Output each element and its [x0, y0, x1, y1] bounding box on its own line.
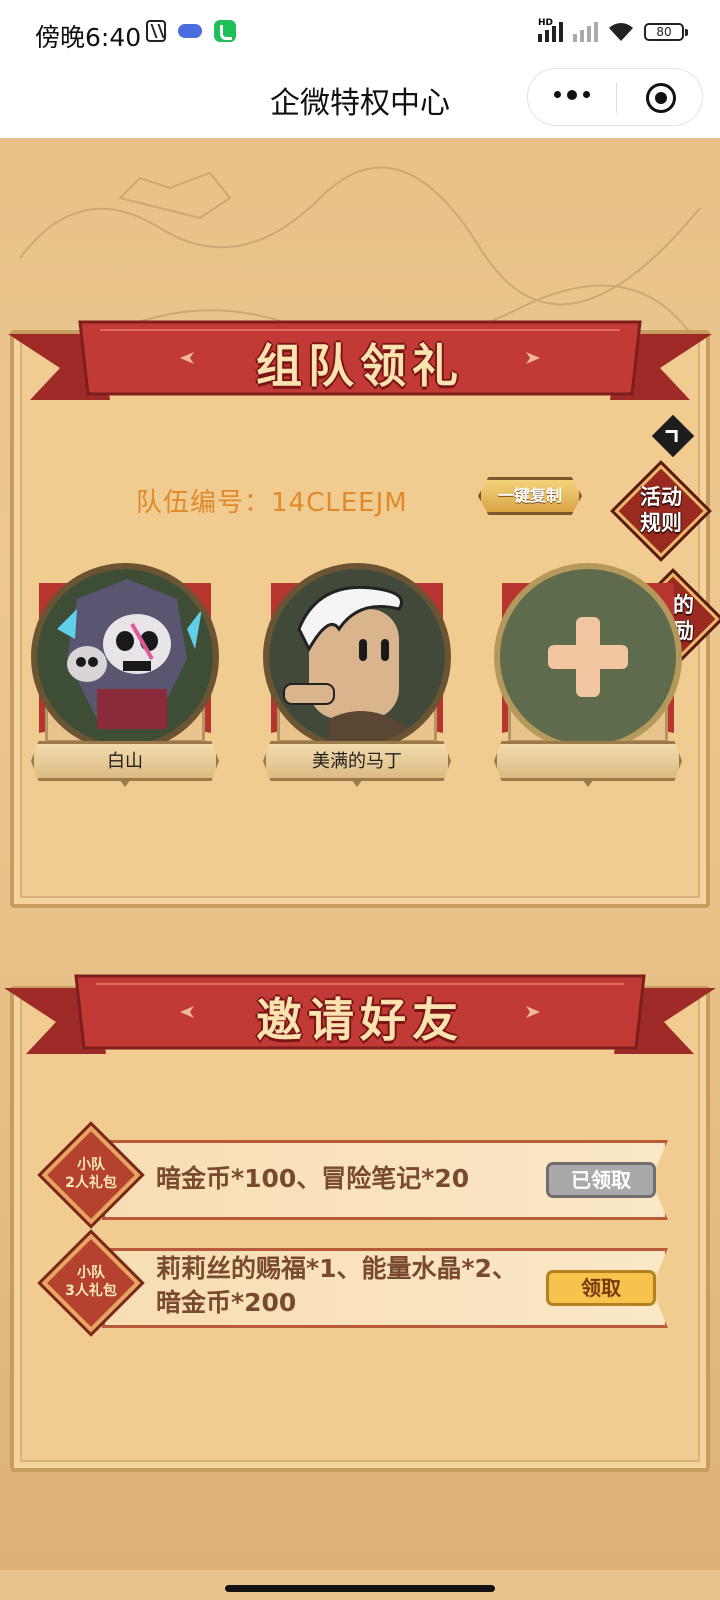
- reward-description: 莉莉丝的赐福*1、能量水晶*2、 暗金币*200: [156, 1252, 517, 1320]
- add-member-icon[interactable]: [494, 563, 682, 751]
- claim-button[interactable]: 领取: [546, 1270, 656, 1306]
- status-time: 傍晚6:40: [35, 23, 142, 52]
- more-button[interactable]: [554, 89, 590, 100]
- battery-icon: 80: [644, 23, 688, 41]
- phone-call-icon: [214, 20, 236, 42]
- reward-text-line1: 莉莉丝的赐福*1、能量水晶*2、: [156, 1254, 517, 1283]
- team-member-2[interactable]: 美满的马丁: [263, 563, 451, 787]
- white-hair-character-avatar-icon: [269, 569, 445, 745]
- reward-tag-line1: 小队: [77, 1157, 105, 1173]
- close-miniapp-button[interactable]: [646, 83, 676, 113]
- member-name: 白山: [107, 751, 143, 772]
- capsule-divider: [616, 83, 617, 113]
- team-section-title: 组队领礼: [256, 339, 464, 393]
- reward-tag-line2: 2人礼包: [65, 1175, 117, 1191]
- reward-tag-line1: 小队: [77, 1265, 105, 1281]
- reward-text-line2: 暗金币*200: [156, 1288, 297, 1317]
- invite-section-title: 邀请好友: [256, 993, 464, 1047]
- status-bar: 傍晚6:40 HD 80: [0, 0, 720, 66]
- team-member-invite-slot[interactable]: [494, 563, 682, 787]
- team-number: 队伍编号：14CLEEJM: [136, 488, 408, 518]
- reward-tag-label: 小队 3人礼包: [58, 1264, 124, 1300]
- nfc-icon: [146, 20, 166, 42]
- rules-badge-line1: 活动: [640, 485, 682, 509]
- status-right-icons: HD 80: [538, 18, 688, 42]
- reward-row-2-person: 小队 2人礼包 暗金币*100、冒险笔记*20 已领取: [41, 1125, 680, 1225]
- reward-row-3-person: 小队 3人礼包 莉莉丝的赐福*1、能量水晶*2、 暗金币*200 领取: [41, 1233, 680, 1333]
- reward-description: 暗金币*100、冒险笔记*20: [156, 1162, 469, 1196]
- rules-badge-line2: 规则: [640, 511, 682, 535]
- copy-team-number-button[interactable]: 一键复制: [478, 477, 582, 515]
- reward-text-line1: 暗金币*100、冒险笔记*20: [156, 1164, 470, 1193]
- team-title-ribbon: 组队领礼: [0, 318, 720, 418]
- avatar: [263, 563, 451, 751]
- wifi-icon: [608, 22, 634, 42]
- status-left-icons: [146, 20, 236, 42]
- reward-tag-label: 小队 2人礼包: [58, 1156, 124, 1192]
- invite-title-ribbon: 邀请好友: [0, 972, 720, 1072]
- hd-label: HD: [538, 18, 554, 28]
- signal-icon: HD: [538, 18, 563, 42]
- member-name-plate: [494, 741, 682, 781]
- team-member-1[interactable]: 白山: [31, 563, 219, 787]
- skull-knight-avatar-icon: [37, 569, 213, 745]
- gamepad-icon: [178, 24, 202, 38]
- reward-tag-line2: 3人礼包: [65, 1283, 117, 1299]
- member-name: 美满的马丁: [312, 751, 402, 772]
- signal-2-icon: [573, 22, 598, 42]
- home-indicator[interactable]: [225, 1585, 495, 1592]
- claimed-button[interactable]: 已领取: [546, 1162, 656, 1198]
- avatar: [31, 563, 219, 751]
- miniapp-capsule: [527, 68, 703, 126]
- rules-badge-label: 活动 规则: [621, 484, 701, 536]
